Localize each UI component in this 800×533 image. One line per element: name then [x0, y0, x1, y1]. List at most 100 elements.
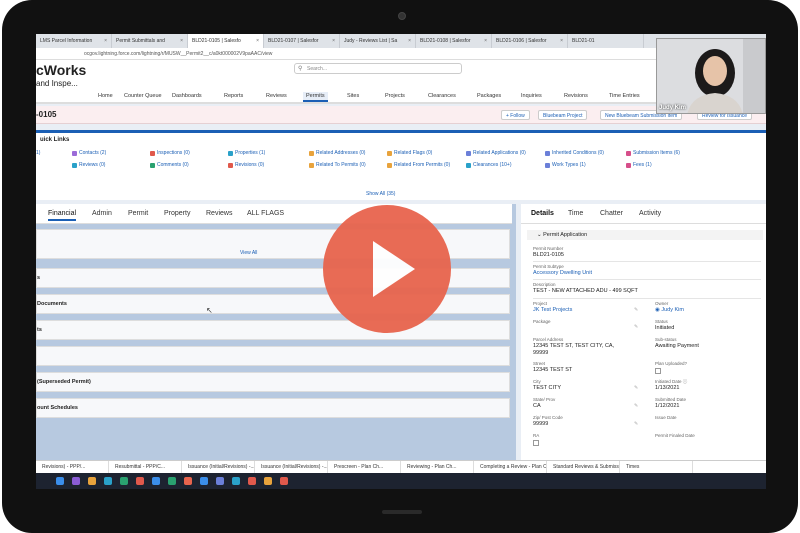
app-icon[interactable] — [200, 477, 208, 485]
nav-counter-queue[interactable]: Counter Queue — [124, 93, 162, 99]
edit-pencil-icon[interactable]: ✎ — [634, 385, 638, 391]
app-icon[interactable] — [248, 477, 256, 485]
start-icon[interactable] — [56, 477, 64, 485]
owner-link[interactable]: ◉ Judy Kim — [655, 307, 684, 313]
app-icon[interactable] — [88, 477, 96, 485]
browser-tab[interactable]: BLD21-0107 | Salesfor × — [264, 34, 340, 48]
browser-tab[interactable]: LMS Parcel Information × — [36, 34, 112, 48]
nav-inquiries[interactable]: Inquiries — [521, 93, 542, 99]
utility-item[interactable]: Prescreen - Plan Ch... — [328, 461, 401, 473]
browser-tab[interactable]: BLD21-0106 | Salesfor × — [492, 34, 568, 48]
related-list-card[interactable] — [36, 346, 510, 366]
quick-link-work-types[interactable]: Work Types (1) — [545, 162, 586, 168]
edit-pencil-icon[interactable]: ✎ — [634, 421, 638, 427]
play-button[interactable] — [323, 205, 451, 333]
edit-pencil-icon[interactable]: ✎ — [634, 403, 638, 409]
related-list-account-schedules[interactable]: ount Schedules — [36, 398, 510, 418]
app-icon[interactable] — [136, 477, 144, 485]
follow-button[interactable]: + Follow — [501, 110, 530, 120]
quick-link[interactable]: 1) — [36, 150, 40, 156]
app-icon[interactable] — [168, 477, 176, 485]
tab-financial[interactable]: Financial — [48, 210, 77, 221]
tab-activity[interactable]: Activity — [639, 210, 661, 217]
tab-property[interactable]: Property — [164, 210, 190, 217]
tab-details[interactable]: Details — [531, 210, 554, 217]
tab-reviews[interactable]: Reviews — [206, 210, 232, 217]
nav-reviews[interactable]: Reviews — [266, 93, 287, 99]
close-icon[interactable]: × — [256, 38, 259, 44]
tab-admin[interactable]: Admin — [92, 210, 112, 217]
quick-link-reviews[interactable]: Reviews (0) — [72, 162, 105, 168]
quick-link-revisions[interactable]: Revisions (0) — [228, 162, 264, 168]
quick-link-comments[interactable]: Comments (0) — [150, 162, 189, 168]
app-icon[interactable] — [280, 477, 288, 485]
utility-item[interactable]: Completing a Review - Plan Ch... — [474, 461, 547, 473]
search-input[interactable]: ⚲ Search... — [294, 63, 462, 74]
quick-link-clearances[interactable]: Clearances (10+) — [466, 162, 512, 168]
tab-time[interactable]: Time — [568, 210, 583, 217]
app-icon[interactable] — [72, 477, 80, 485]
show-all-link[interactable]: Show All (35) — [366, 191, 395, 197]
app-icon[interactable] — [264, 477, 272, 485]
app-icon[interactable] — [184, 477, 192, 485]
browser-tab[interactable]: BLD21-0108 | Salesfor × — [416, 34, 492, 48]
utility-item[interactable]: Revisions) - PPP/... — [36, 461, 109, 473]
close-icon[interactable]: × — [560, 38, 563, 44]
quick-link-related-addresses[interactable]: Related Addresses (0) — [309, 150, 365, 156]
nav-revisions[interactable]: Revisions — [564, 93, 588, 99]
quick-link-related-to-permits[interactable]: Related To Permits (0) — [309, 162, 366, 168]
related-list-superseded-permit[interactable]: (Superseded Permit) — [36, 372, 510, 392]
nav-reports[interactable]: Reports — [224, 93, 243, 99]
utility-item[interactable]: Standard Reviews & Submission B... — [547, 461, 620, 473]
project-link[interactable]: JK Test Projects — [533, 307, 572, 313]
quick-link-contacts[interactable]: Contacts (2) — [72, 150, 106, 156]
browser-tab[interactable]: Judy - Reviews List | Sa × — [340, 34, 416, 48]
nav-packages[interactable]: Packages — [477, 93, 501, 99]
quick-link-inherited-conditions[interactable]: Inherited Conditions (0) — [545, 150, 604, 156]
nav-dashboards[interactable]: Dashboards — [172, 93, 202, 99]
app-icon[interactable] — [104, 477, 112, 485]
app-icon[interactable] — [232, 477, 240, 485]
nav-sites[interactable]: Sites — [347, 93, 359, 99]
quick-link-related-flags[interactable]: Related Flags (0) — [387, 150, 432, 156]
edit-pencil-icon[interactable]: ✎ — [634, 324, 638, 330]
browser-tab[interactable]: BLD21-01 — [568, 34, 644, 48]
edit-pencil-icon[interactable]: ✎ — [634, 307, 638, 313]
nav-permits[interactable]: Permits — [303, 92, 328, 102]
close-icon[interactable]: × — [408, 38, 411, 44]
nav-projects[interactable]: Projects — [385, 93, 405, 99]
browser-tab-active[interactable]: BLD21-0105 | Salesfo × — [188, 34, 264, 48]
close-icon[interactable]: × — [484, 38, 487, 44]
quick-link-submission-items[interactable]: Submission Items (6) — [626, 150, 680, 156]
quick-links-title: uick Links — [40, 137, 70, 143]
close-icon[interactable]: × — [180, 38, 183, 44]
app-icon[interactable] — [152, 477, 160, 485]
utility-item[interactable]: Reviewing - Plan Ch... — [401, 461, 474, 473]
app-icon[interactable] — [216, 477, 224, 485]
close-icon[interactable]: × — [332, 38, 335, 44]
close-icon[interactable]: × — [104, 38, 107, 44]
bluebeam-project-button[interactable]: Bluebeam Project — [538, 110, 588, 120]
os-taskbar — [36, 473, 766, 489]
permit-subtype-link[interactable]: Accessory Dwelling Unit — [533, 270, 592, 276]
view-all-link[interactable]: View All — [240, 250, 257, 256]
utility-item[interactable]: Issuance (Initial/Revisions) -... — [182, 461, 255, 473]
utility-item[interactable]: Issuance (Initial/Revisions) -... — [255, 461, 328, 473]
quick-link-fees[interactable]: Fees (1) — [626, 162, 652, 168]
nav-home[interactable]: Home — [98, 93, 113, 99]
app-icon[interactable] — [120, 477, 128, 485]
quick-link-related-applications[interactable]: Related Applications (0) — [466, 150, 526, 156]
quick-link-properties[interactable]: Properties (1) — [228, 150, 265, 156]
quick-link-related-from-permits[interactable]: Related From Permits (0) — [387, 162, 450, 168]
quick-link-inspections[interactable]: Inspections (0) — [150, 150, 190, 156]
browser-tab[interactable]: Permit Submittals and × — [112, 34, 188, 48]
tab-permit[interactable]: Permit — [128, 210, 148, 217]
utility-item[interactable]: Resubmittal - PPP/C... — [109, 461, 182, 473]
nav-clearances[interactable]: Clearances — [428, 93, 456, 99]
tab-chatter[interactable]: Chatter — [600, 210, 623, 217]
utility-item[interactable]: Times — [620, 461, 693, 473]
field-label: Description — [533, 282, 556, 287]
tab-all-flags[interactable]: ALL FLAGS — [247, 210, 284, 217]
nav-time-entries[interactable]: Time Entries — [609, 93, 640, 99]
section-permit-application[interactable]: ⌄ Permit Application — [527, 230, 763, 240]
